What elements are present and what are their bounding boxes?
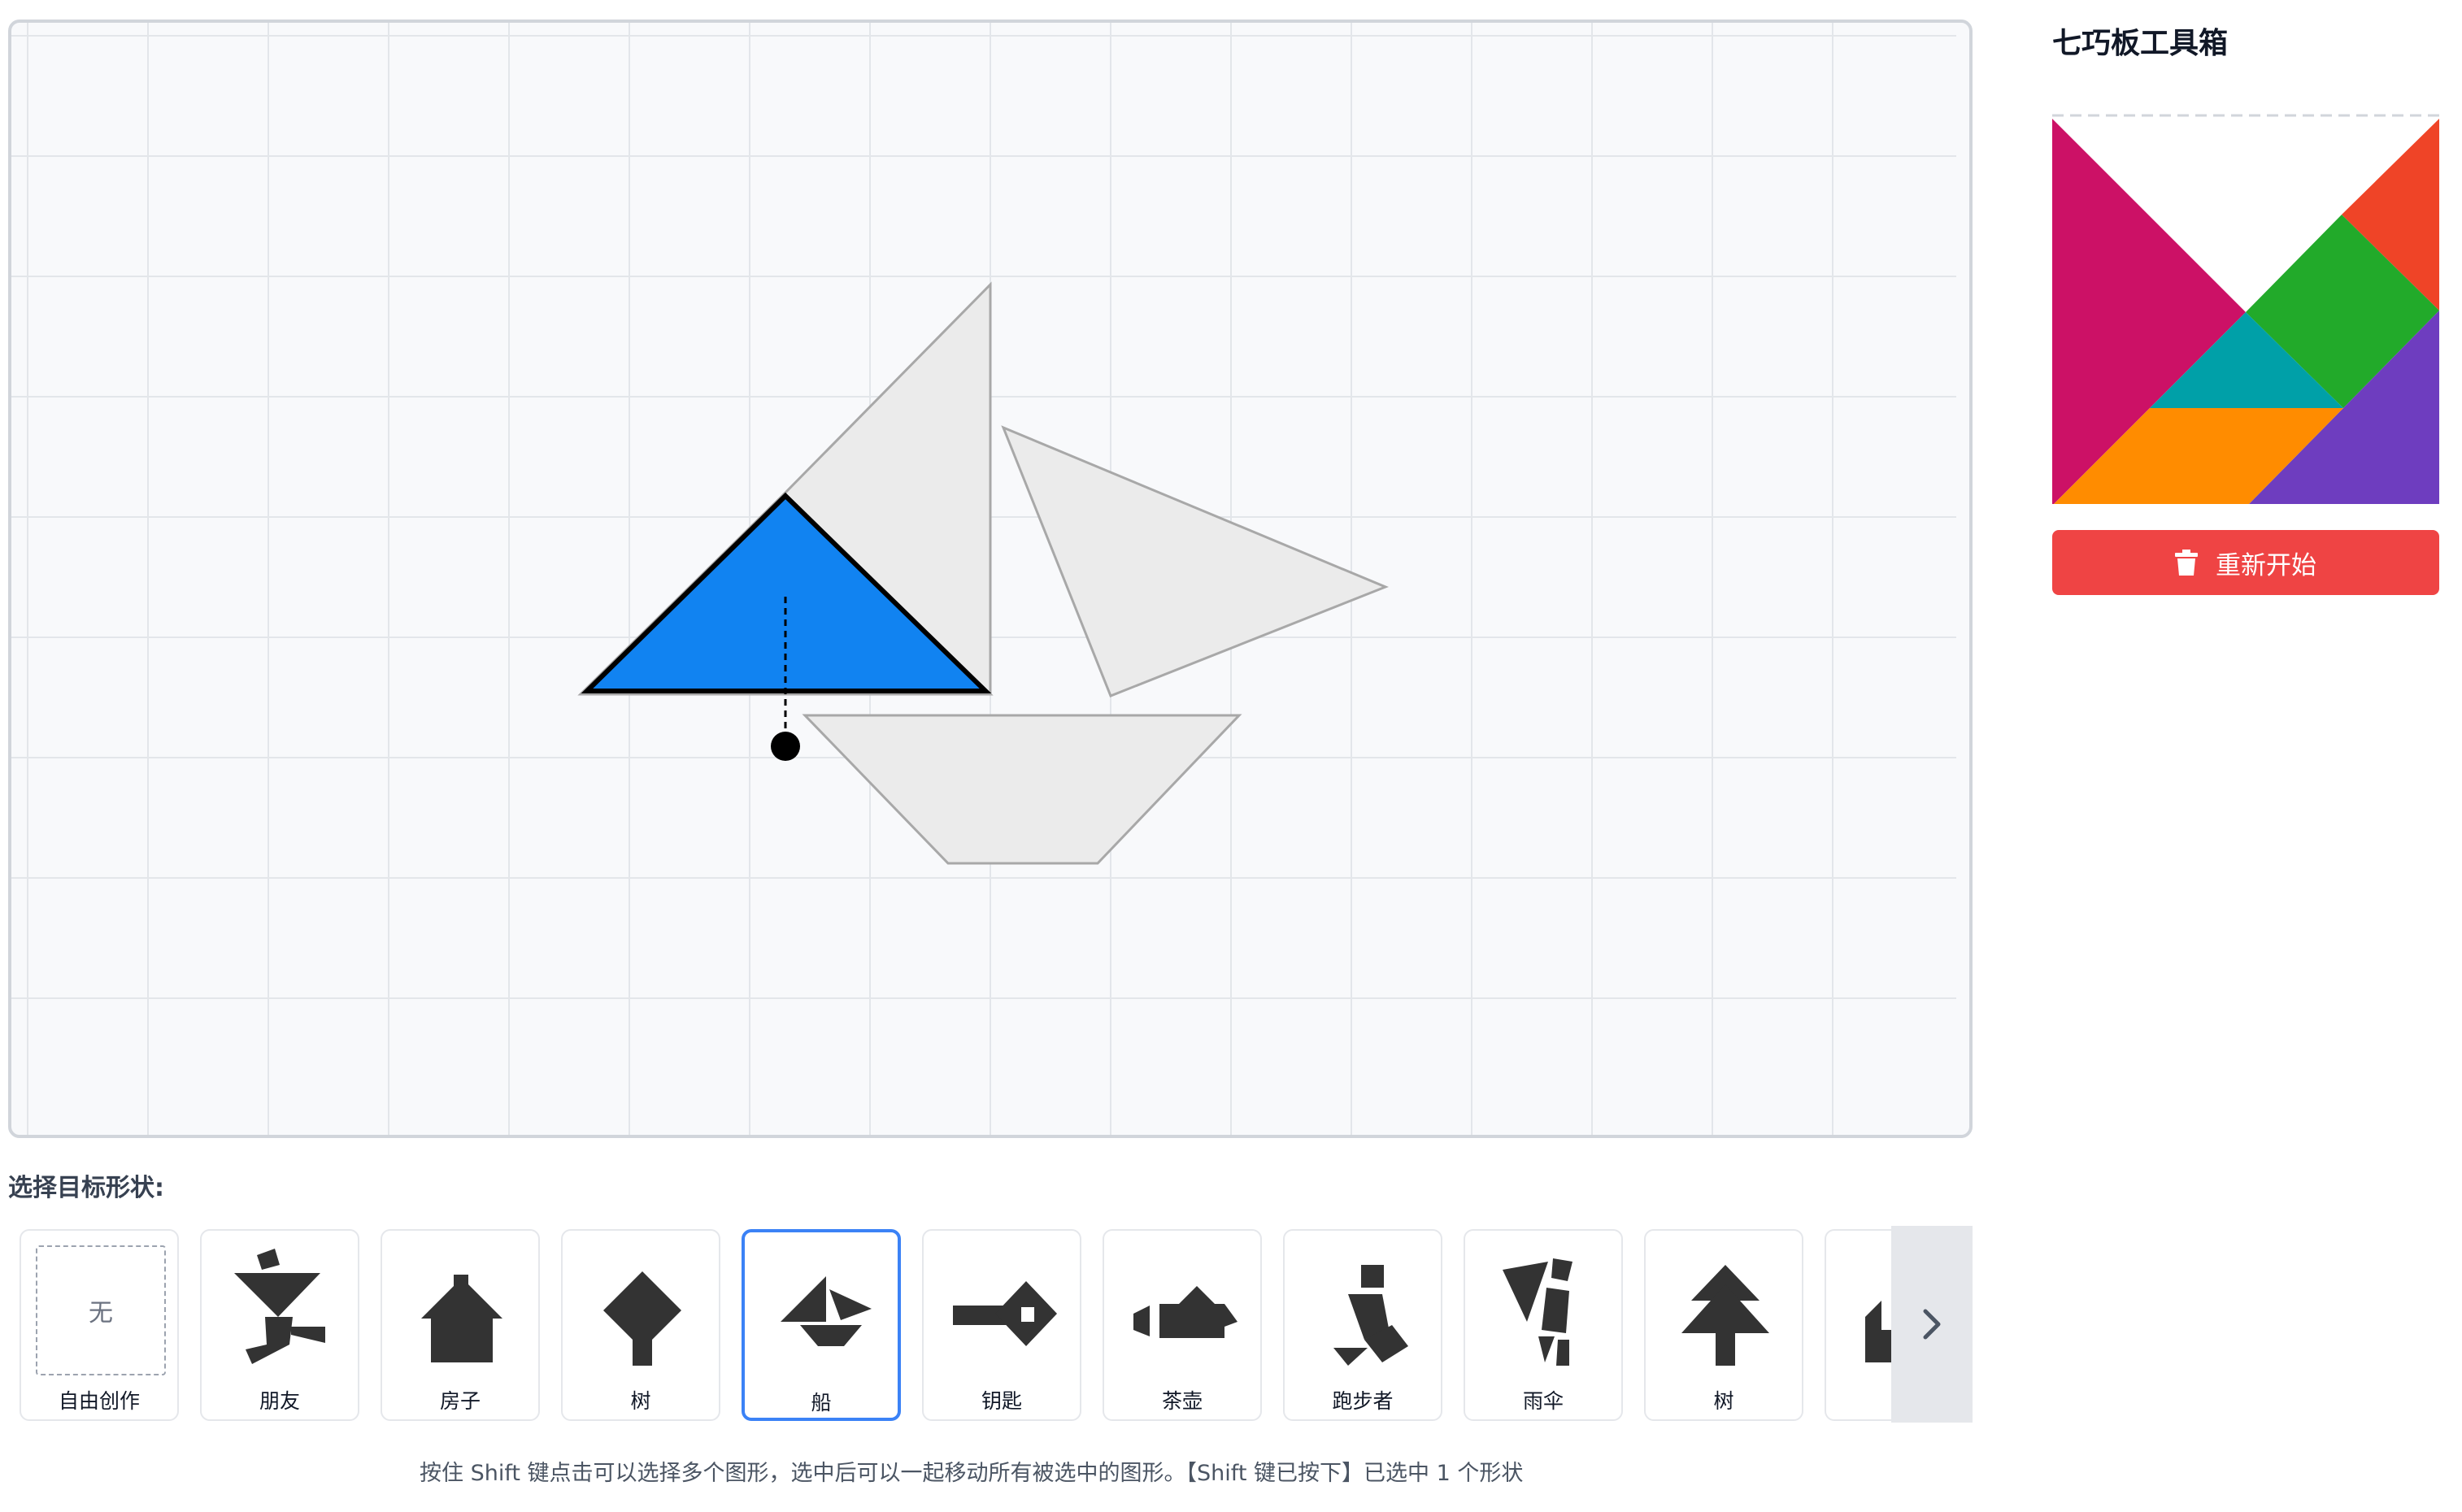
shape-card-umbrella[interactable]: 雨伞 xyxy=(1464,1229,1623,1421)
shape-card-free[interactable]: 无 自由创作 xyxy=(20,1229,179,1421)
shape-card-label: 茶壶 xyxy=(1161,1389,1203,1413)
umbrella-silhouette-icon xyxy=(1503,1258,1572,1366)
shape-card-house[interactable]: 房子 xyxy=(381,1229,540,1421)
target-sail-right xyxy=(1001,425,1389,697)
rotation-handle[interactable] xyxy=(771,732,800,761)
shape-card-key[interactable]: 钥匙 xyxy=(922,1229,1081,1421)
shape-card-boat[interactable]: 船 xyxy=(742,1229,901,1421)
shape-card-friends[interactable]: 朋友 xyxy=(200,1229,359,1421)
shape-card-label: 跑步者 xyxy=(1332,1389,1394,1413)
shape-card-label: 房子 xyxy=(439,1389,481,1413)
shape-card-teapot[interactable]: 茶壶 xyxy=(1103,1229,1262,1421)
restart-button[interactable]: 重新开始 xyxy=(2052,530,2439,595)
shape-card-label: 朋友 xyxy=(259,1389,300,1413)
shape-card-label: 树 xyxy=(1713,1389,1734,1413)
restart-button-label: 重新开始 xyxy=(2216,550,2316,580)
shape-card-pine-tree[interactable]: 树 xyxy=(1644,1229,1803,1421)
tree-silhouette-icon xyxy=(603,1271,681,1366)
toolbox-title: 七巧板工具箱 xyxy=(2052,27,2229,60)
friends-silhouette-icon xyxy=(234,1249,325,1364)
house-silhouette-icon xyxy=(421,1275,502,1362)
canvas-svg xyxy=(11,23,1956,1135)
shape-card-label: 自由创作 xyxy=(58,1389,140,1413)
shift-hint-text: 按住 Shift 键点击可以选择多个图形，选中后可以一起移动所有被选中的图形。【… xyxy=(420,1461,1524,1486)
boat-silhouette-icon xyxy=(781,1276,872,1346)
trash-icon xyxy=(2175,550,2198,576)
runner-silhouette-icon xyxy=(1333,1265,1408,1366)
tangram-palette xyxy=(2052,114,2439,504)
shape-card-label: 船 xyxy=(811,1391,832,1414)
shape-selector-label: 选择目标形状: xyxy=(8,1174,164,1202)
carousel-next-button[interactable] xyxy=(1891,1226,1973,1423)
shape-card-runner[interactable]: 跑步者 xyxy=(1283,1229,1442,1421)
tangram-canvas[interactable] xyxy=(8,20,1973,1138)
key-silhouette-icon xyxy=(953,1281,1057,1346)
chevron-right-icon xyxy=(1923,1309,1941,1340)
empty-shape-placeholder: 无 xyxy=(36,1245,166,1375)
pine-tree-silhouette-icon xyxy=(1681,1265,1769,1366)
teapot-silhouette-icon xyxy=(1133,1286,1238,1338)
shape-card-tree[interactable]: 树 xyxy=(561,1229,720,1421)
shape-card-label: 雨伞 xyxy=(1522,1389,1564,1413)
shape-carousel[interactable]: 无 自由创作 朋友 房子 树 船 钥匙 茶壶 跑步者 雨伞 树 xyxy=(8,1226,1973,1423)
shape-card-label: 钥匙 xyxy=(981,1389,1022,1413)
shape-card-label: 树 xyxy=(630,1389,651,1413)
